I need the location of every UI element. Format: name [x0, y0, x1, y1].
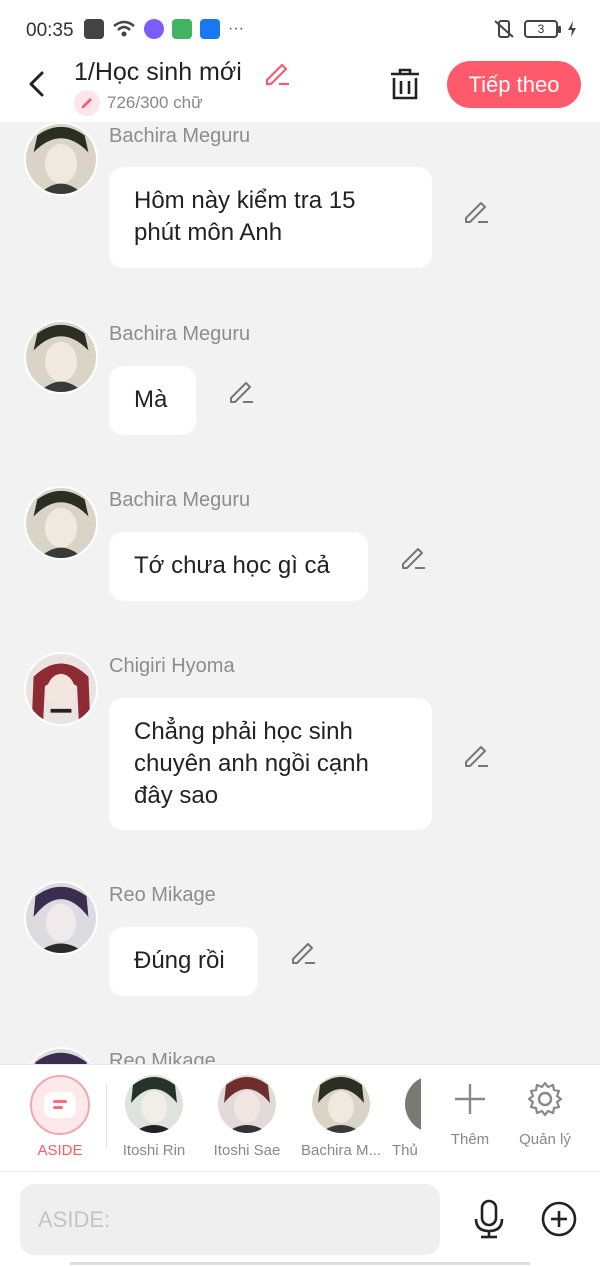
microphone-icon[interactable] [470, 1199, 508, 1239]
facebook-icon [200, 19, 220, 39]
sender-name: Bachira Meguru [109, 125, 251, 147]
character-label: Bachira M... [300, 1142, 382, 1159]
status-time: 00:35 [26, 20, 74, 41]
vibrate-icon [494, 20, 514, 38]
message-bubble[interactable]: Đúng rồi [109, 927, 258, 996]
divider [70, 1262, 530, 1265]
pencil-icon[interactable] [226, 376, 256, 406]
status-right: 3 [492, 19, 578, 39]
aside-button[interactable] [30, 1075, 90, 1135]
input-bar [0, 1171, 600, 1267]
wifi-icon [113, 20, 135, 37]
message-input[interactable] [20, 1184, 440, 1255]
character-label: Thủ [392, 1142, 418, 1159]
sender-name: Bachira Meguru [109, 489, 251, 511]
message-bubble[interactable]: Mà [109, 366, 196, 435]
status-notification-icons: ··· [84, 19, 244, 39]
avatar[interactable] [24, 652, 98, 726]
next-button[interactable]: Tiếp theo [447, 61, 581, 108]
chat-bubble-icon [44, 1092, 76, 1118]
character-avatar-bachira[interactable] [312, 1075, 370, 1133]
plus-circle-icon[interactable] [540, 1200, 578, 1238]
chat-area[interactable]: Bachira Meguru Hôm này kiểm tra 15 phút … [0, 122, 600, 1064]
sender-name: Reo Mikage [109, 1050, 216, 1064]
gear-icon[interactable] [527, 1081, 563, 1117]
app-icon [172, 19, 192, 39]
trash-icon[interactable] [388, 66, 422, 102]
battery-indicator: 3 [524, 20, 561, 38]
status-bar: 00:35 ··· 3 [0, 0, 600, 58]
avatar[interactable] [24, 122, 98, 196]
character-avatar-itoshi-sae[interactable] [218, 1075, 276, 1133]
notification-x-icon [84, 19, 104, 39]
divider [106, 1083, 107, 1149]
back-arrow-icon[interactable] [22, 68, 54, 100]
avatar[interactable] [24, 881, 98, 955]
manage-label[interactable]: Quản lý [505, 1131, 585, 1148]
pencil-icon[interactable] [288, 937, 318, 967]
avatar[interactable] [24, 486, 98, 560]
pencil-icon[interactable] [262, 58, 292, 88]
word-count: 726/300 chữ [107, 93, 203, 112]
avatar[interactable] [24, 1047, 98, 1064]
character-bar: ASIDE Itoshi Rin Itoshi Sae Bachira M...… [0, 1064, 600, 1171]
character-label: Itoshi Rin [122, 1142, 186, 1159]
charging-icon [568, 21, 576, 37]
pencil-icon[interactable] [461, 196, 491, 226]
word-count-icon [74, 90, 100, 116]
more-notifications-icon: ··· [228, 20, 244, 37]
message-bubble[interactable]: Hôm này kiểm tra 15 phút môn Anh [109, 167, 432, 268]
message-bubble[interactable]: Chẳng phải học sinh chuyên anh ngồi cạnh… [109, 698, 432, 830]
sender-name: Chigiri Hyoma [109, 655, 235, 677]
message-bubble[interactable]: Tớ chưa học gì cả [109, 532, 368, 601]
sender-name: Bachira Meguru [109, 323, 251, 345]
pencil-icon[interactable] [461, 740, 491, 770]
character-label: Itoshi Sae [213, 1142, 281, 1159]
avatar[interactable] [24, 320, 98, 394]
sender-name: Reo Mikage [109, 884, 216, 906]
plus-icon[interactable] [452, 1081, 488, 1117]
add-character-label[interactable]: Thêm [430, 1131, 510, 1148]
character-avatar-itoshi-rin[interactable] [125, 1075, 183, 1133]
messenger-icon [144, 19, 164, 39]
character-avatar-partial[interactable] [405, 1075, 421, 1133]
pencil-icon[interactable] [398, 542, 428, 572]
aside-label: ASIDE [37, 1142, 83, 1159]
page-title: 1/Học sinh mới [74, 58, 242, 86]
editor-header: 1/Học sinh mới 726/300 chữ Tiếp theo [0, 58, 600, 122]
